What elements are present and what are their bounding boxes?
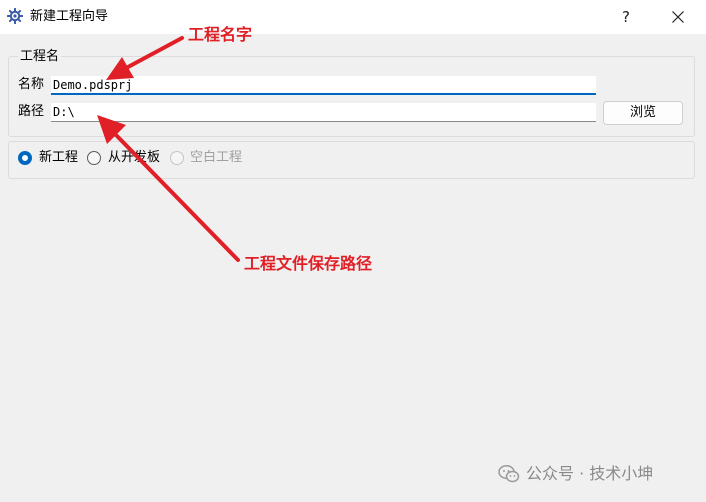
path-annotation: 工程文件保存路径 bbox=[244, 254, 373, 273]
app-gear-icon bbox=[7, 8, 23, 24]
from-board-radio-label[interactable]: 从开发板 bbox=[108, 149, 160, 167]
from-board-radio[interactable] bbox=[87, 151, 101, 165]
name-annotation: 工程名字 bbox=[188, 25, 253, 44]
help-button[interactable]: ? bbox=[612, 5, 640, 29]
browse-button[interactable]: 浏览 bbox=[603, 101, 683, 125]
watermark-text: 公众号 · 技术小坤 bbox=[526, 464, 654, 483]
wechat-icon bbox=[498, 464, 520, 483]
blank-project-radio-label: 空白工程 bbox=[190, 150, 243, 165]
project-name-groupbox bbox=[8, 56, 695, 137]
blank-project-radio bbox=[170, 151, 184, 165]
window-title: 新建工程向导 bbox=[30, 9, 109, 24]
close-icon bbox=[672, 11, 684, 23]
project-name-group-title: 工程名 bbox=[18, 48, 62, 66]
close-button[interactable] bbox=[663, 5, 693, 29]
project-name-input[interactable]: Demo.pdsprj bbox=[51, 76, 596, 95]
title-bar[interactable]: 新建工程向导 ? bbox=[0, 0, 706, 34]
new-project-wizard-window: 新建工程向导 ? 工程名 名称 Demo.pdsprj 路径 D:\ 浏览 新工… bbox=[0, 0, 706, 502]
new-project-radio-label[interactable]: 新工程 bbox=[39, 149, 78, 167]
project-path-input[interactable]: D:\ bbox=[51, 103, 596, 122]
name-label: 名称 bbox=[18, 77, 45, 92]
path-label: 路径 bbox=[18, 104, 45, 119]
new-project-radio[interactable] bbox=[18, 151, 32, 165]
